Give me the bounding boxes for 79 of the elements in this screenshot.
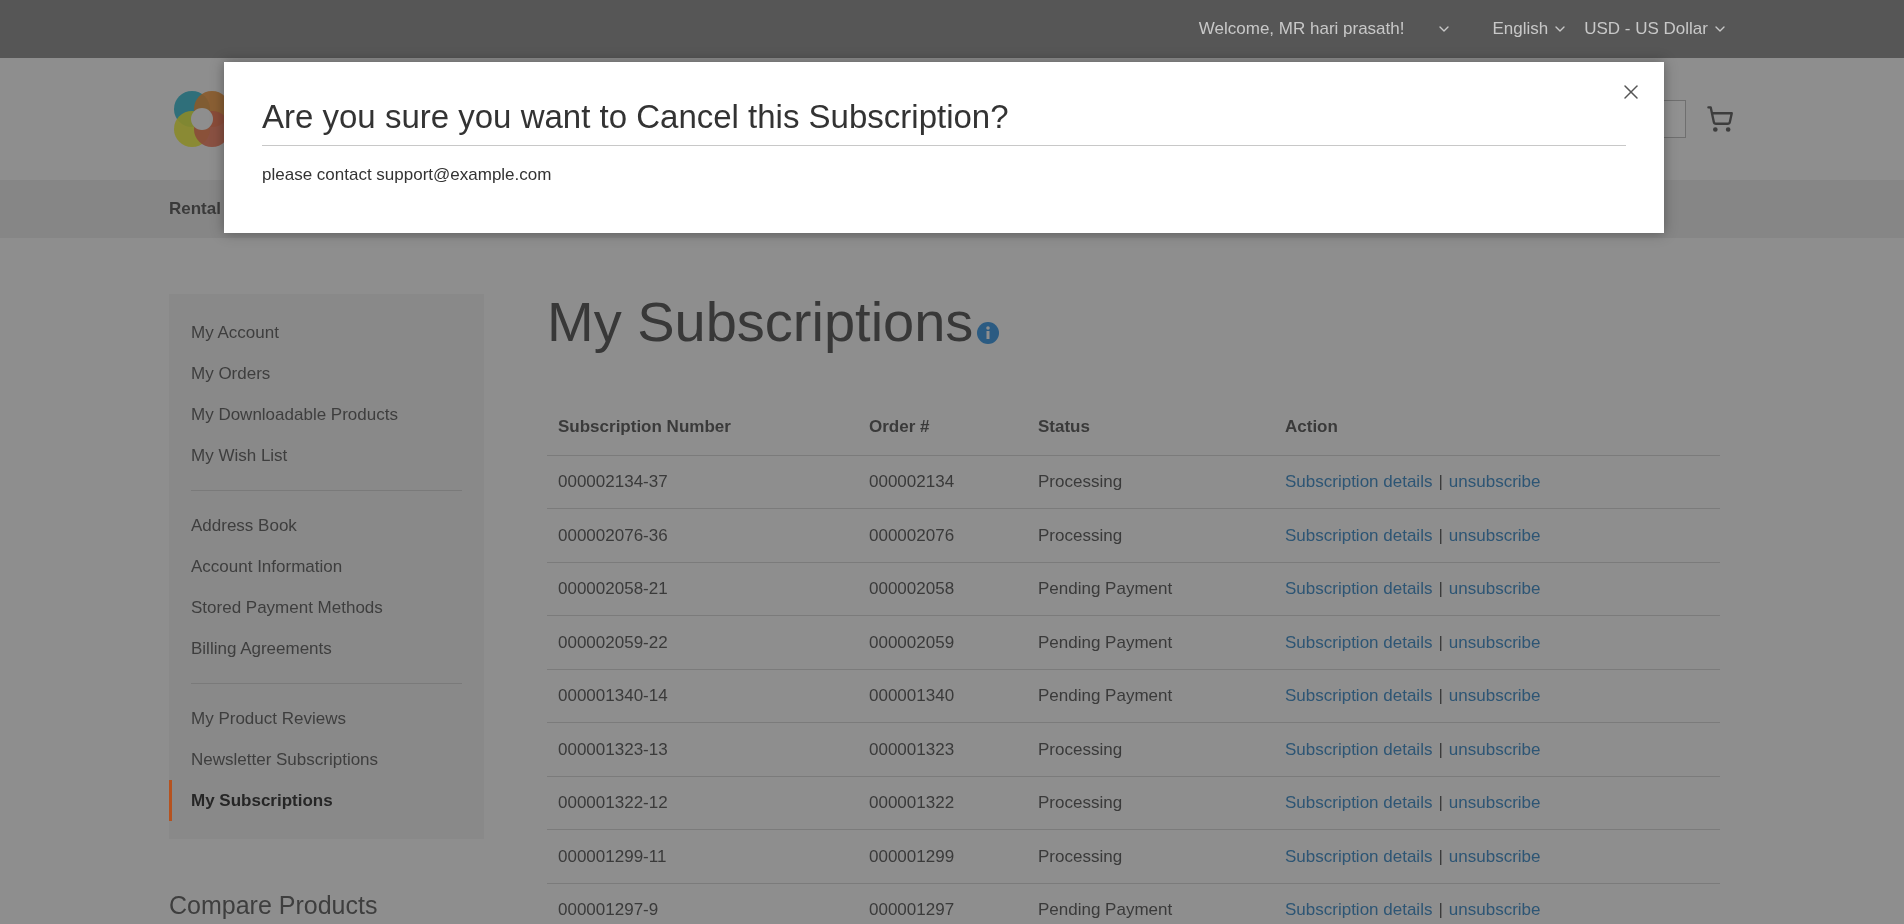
- status-cell: Processing: [1027, 508, 1274, 562]
- unsubscribe-link[interactable]: unsubscribe: [1448, 739, 1541, 759]
- status-cell: Processing: [1027, 455, 1274, 509]
- sidebar-link[interactable]: Address Book: [169, 505, 484, 546]
- order-number-cell: 000001340: [858, 669, 1027, 723]
- subscription-details-link[interactable]: Subscription details: [1285, 472, 1433, 491]
- sidebar-link[interactable]: My Product Reviews: [169, 698, 484, 739]
- unsubscribe-link[interactable]: unsubscribe: [1448, 900, 1541, 919]
- unsubscribe-link[interactable]: unsubscribe: [1448, 579, 1541, 598]
- sidebar-link[interactable]: My Subscriptions: [169, 780, 484, 821]
- unsubscribe-link[interactable]: unsubscribe: [1448, 525, 1541, 545]
- subscription-number-cell: 000001340-14: [547, 669, 858, 723]
- column-header: Subscription Number: [547, 398, 858, 455]
- status-cell: Pending Payment: [1027, 615, 1274, 669]
- link-separator: |: [1438, 632, 1443, 652]
- column-header: Action: [1274, 398, 1720, 455]
- subscription-number-cell: 000001322-12: [547, 776, 858, 830]
- link-separator: |: [1438, 900, 1443, 919]
- nav-link[interactable]: Rental: [169, 196, 221, 222]
- order-number-cell: 000001299: [858, 829, 1027, 883]
- sidebar-link[interactable]: Billing Agreements: [169, 628, 484, 669]
- subscription-details-link[interactable]: Subscription details: [1285, 632, 1433, 652]
- link-separator: |: [1438, 846, 1443, 866]
- subscription-number-cell: 000002076-36: [547, 508, 858, 562]
- subscription-details-link[interactable]: Subscription details: [1285, 525, 1433, 545]
- welcome-text: Welcome, MR hari prasath!: [1198, 18, 1405, 41]
- subscription-details-link[interactable]: Subscription details: [1285, 686, 1433, 705]
- sidebar-link[interactable]: My Wish List: [169, 435, 484, 476]
- link-separator: |: [1438, 686, 1443, 705]
- info-icon[interactable]: [977, 322, 1000, 344]
- column-header: Status: [1027, 398, 1274, 455]
- page-title: My Subscriptions: [547, 290, 974, 354]
- sidebar-link[interactable]: My Orders: [169, 353, 484, 394]
- link-separator: |: [1438, 579, 1443, 598]
- subscription-details-link[interactable]: Subscription details: [1285, 739, 1433, 759]
- link-separator: |: [1438, 472, 1443, 491]
- subscription-details-link[interactable]: Subscription details: [1285, 846, 1433, 866]
- sidebar-link[interactable]: Account Information: [169, 546, 484, 587]
- cart-icon[interactable]: [1706, 105, 1734, 133]
- dialog-message: please contact support@example.com: [262, 164, 553, 186]
- sidebar-link[interactable]: My Downloadable Products: [169, 394, 484, 435]
- status-cell: Processing: [1027, 722, 1274, 776]
- status-cell: Pending Payment: [1027, 883, 1274, 924]
- currency-switcher[interactable]: USD - US Dollar: [1584, 16, 1728, 42]
- sidebar-link[interactable]: Newsletter Subscriptions: [169, 739, 484, 780]
- order-number-cell: 000001322: [858, 776, 1027, 830]
- link-separator: |: [1438, 525, 1443, 545]
- status-cell: Pending Payment: [1027, 562, 1274, 616]
- order-number-cell: 000001297: [858, 883, 1027, 924]
- status-cell: Pending Payment: [1027, 669, 1274, 723]
- order-number-cell: 000001323: [858, 722, 1027, 776]
- subscription-details-link[interactable]: Subscription details: [1285, 900, 1433, 919]
- subscription-number-cell: 000001323-13: [547, 722, 858, 776]
- order-number-cell: 000002059: [858, 615, 1027, 669]
- order-number-cell: 000002058: [858, 562, 1027, 616]
- status-cell: Processing: [1027, 776, 1274, 830]
- language-switcher[interactable]: English: [1492, 16, 1569, 42]
- column-header: Order #: [858, 398, 1027, 455]
- subscription-details-link[interactable]: Subscription details: [1285, 579, 1433, 598]
- subscription-number-cell: 000001297-9: [547, 883, 858, 924]
- compare-products-heading: Compare Products: [169, 890, 379, 921]
- subscription-number-cell: 000002059-22: [547, 615, 858, 669]
- status-cell: Processing: [1027, 829, 1274, 883]
- order-number-cell: 000002134: [858, 455, 1027, 509]
- link-separator: |: [1438, 739, 1443, 759]
- subscription-number-cell: 000002058-21: [547, 562, 858, 616]
- order-number-cell: 000002076: [858, 508, 1027, 562]
- subscription-details-link[interactable]: Subscription details: [1285, 793, 1433, 812]
- subscription-number-cell: 000002134-37: [547, 455, 858, 509]
- dialog-title: Are you sure you want to Cancel this Subscription?: [262, 95, 1626, 146]
- sidebar-link[interactable]: My Account: [169, 312, 484, 353]
- unsubscribe-link[interactable]: unsubscribe: [1448, 793, 1541, 812]
- sidebar-link[interactable]: Stored Payment Methods: [169, 587, 484, 628]
- subscription-number-cell: 000001299-11: [547, 829, 858, 883]
- unsubscribe-link[interactable]: unsubscribe: [1448, 472, 1541, 491]
- link-separator: |: [1438, 793, 1443, 812]
- unsubscribe-link[interactable]: unsubscribe: [1448, 632, 1541, 652]
- unsubscribe-link[interactable]: unsubscribe: [1448, 846, 1541, 866]
- unsubscribe-link[interactable]: unsubscribe: [1448, 686, 1541, 705]
